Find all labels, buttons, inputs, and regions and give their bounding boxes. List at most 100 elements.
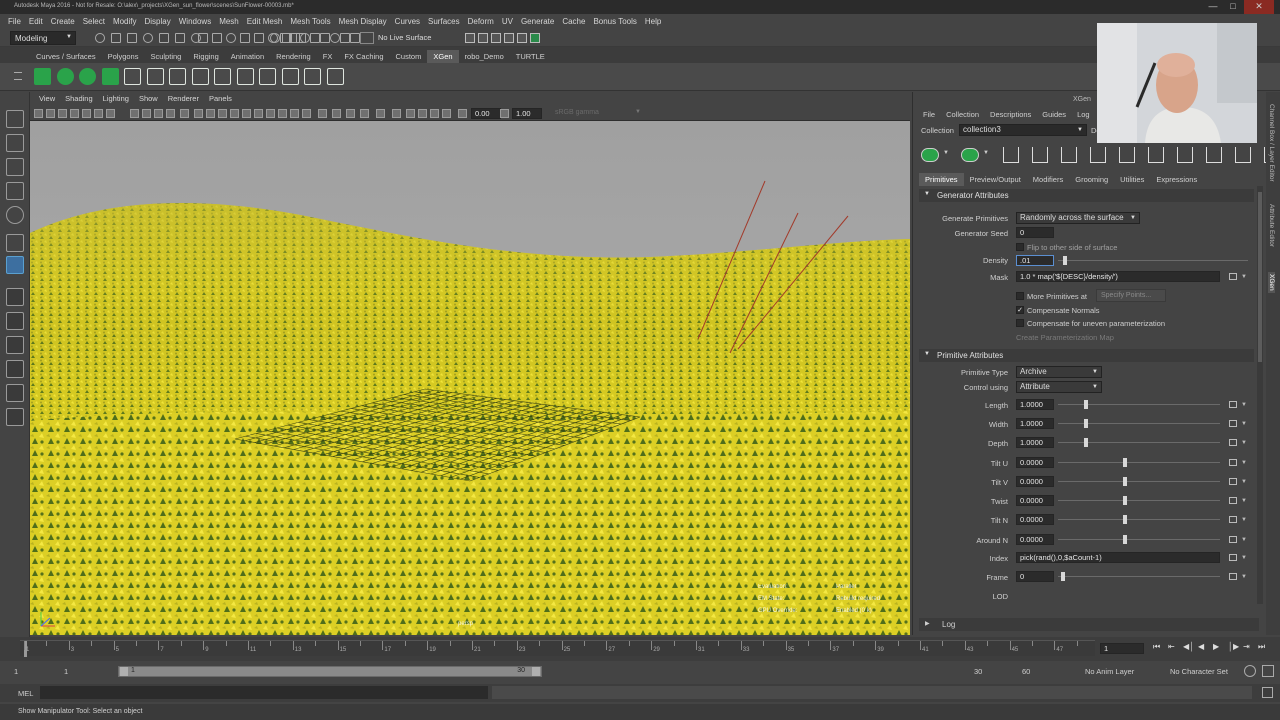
mode-dropdown[interactable]: Modeling ▼ — [10, 31, 76, 45]
rotate-tool-icon[interactable] — [6, 206, 24, 224]
render-icon[interactable] — [478, 33, 488, 43]
tilt-u-expression-menu[interactable]: ▼ — [1229, 458, 1249, 467]
status-tool-icon[interactable] — [310, 33, 320, 43]
xgen-shelf-tool-icon[interactable] — [101, 68, 119, 85]
layout-four-icon[interactable] — [6, 336, 24, 354]
tilt-n-expression-menu[interactable]: ▼ — [1229, 515, 1249, 524]
viewport-tool-icon[interactable] — [406, 109, 415, 118]
viewport-menu-renderer[interactable]: Renderer — [163, 93, 204, 106]
menu-deform[interactable]: Deform — [464, 17, 498, 26]
tilt-n-field[interactable]: 0.0000 — [1016, 514, 1054, 525]
around-n-expression-menu[interactable]: ▼ — [1229, 535, 1249, 544]
near-clip-field[interactable]: 0.00 — [471, 108, 501, 119]
xgen-scrollbar[interactable] — [1257, 186, 1263, 604]
menu-create[interactable]: Create — [47, 17, 79, 26]
around-n-field[interactable]: 0.0000 — [1016, 534, 1054, 545]
chevron-down-icon[interactable]: ▼ — [943, 150, 949, 156]
around-n-slider-track[interactable] — [1058, 539, 1220, 540]
guide-tool-icon[interactable] — [1235, 147, 1251, 163]
control-using-dropdown[interactable]: Attribute ▼ — [1016, 381, 1102, 393]
viewport-tool-icon[interactable] — [418, 109, 427, 118]
density-field[interactable]: .01 — [1016, 255, 1054, 266]
depth-slider-track[interactable] — [1058, 442, 1220, 443]
guide-tool-icon[interactable] — [1119, 147, 1135, 163]
manipulator-tool-icon[interactable] — [6, 256, 24, 274]
tilt-v-slider-handle[interactable] — [1123, 477, 1127, 486]
play-backward-icon[interactable]: ◀ — [1198, 642, 1204, 651]
generator-attributes-header[interactable]: Generator Attributes — [919, 189, 1254, 202]
shelf-tab-custom[interactable]: Custom — [390, 50, 428, 63]
length-slider-handle[interactable] — [1084, 400, 1088, 409]
viewport-tool-icon[interactable] — [376, 109, 385, 118]
viewport-tool-icon[interactable] — [442, 109, 451, 118]
viewport-tool-icon[interactable] — [500, 109, 509, 118]
status-tool-icon[interactable] — [95, 33, 105, 43]
menu-uv[interactable]: UV — [498, 17, 517, 26]
primitive-create-icon[interactable] — [921, 148, 939, 162]
width-expression-menu[interactable]: ▼ — [1229, 419, 1249, 428]
viewport-menu-lighting[interactable]: Lighting — [98, 93, 134, 106]
script-editor-icon[interactable] — [1262, 687, 1273, 698]
preferences-icon[interactable] — [1262, 665, 1274, 677]
guide-tool-icon[interactable] — [1032, 147, 1048, 163]
shelf-tab-xgen[interactable]: XGen — [427, 50, 459, 63]
render-icon[interactable] — [465, 33, 475, 43]
viewport-tool-icon[interactable] — [194, 109, 203, 118]
viewport-tool-icon[interactable] — [166, 109, 175, 118]
guide-tool-icon[interactable] — [1148, 147, 1164, 163]
density-slider-handle[interactable] — [1063, 256, 1067, 265]
menu-generate[interactable]: Generate — [517, 17, 558, 26]
shelf-tab-rendering[interactable]: Rendering — [270, 50, 317, 63]
status-tool-icon[interactable] — [350, 33, 360, 43]
xgen-shelf-tool-icon[interactable] — [124, 68, 141, 85]
viewport-tool-icon[interactable] — [142, 109, 151, 118]
xgen-tab-expressions[interactable]: Expressions — [1150, 173, 1203, 186]
xgen-menu-log[interactable]: Log — [1073, 110, 1097, 119]
xgen-shelf-tool-icon[interactable] — [304, 68, 321, 85]
playback-start-field[interactable]: 1 — [64, 667, 68, 676]
status-tool-icon[interactable] — [300, 33, 310, 43]
playback-end-field[interactable]: 30 — [974, 667, 982, 676]
shelf-tab-turtle[interactable]: TURTLE — [510, 50, 551, 63]
magnet-icon[interactable] — [360, 32, 374, 44]
viewport-tool-icon[interactable] — [346, 109, 355, 118]
xgen-shelf-tool-icon[interactable] — [169, 68, 186, 85]
status-tool-icon[interactable] — [270, 33, 280, 43]
depth-field[interactable]: 1.0000 — [1016, 437, 1054, 448]
status-tool-icon[interactable] — [240, 33, 250, 43]
scrollbar-thumb[interactable] — [1258, 192, 1262, 362]
status-tool-icon[interactable] — [111, 33, 121, 43]
index-expression-menu[interactable]: ▼ — [1229, 553, 1249, 562]
menu-edit[interactable]: Edit — [25, 17, 47, 26]
menu-surfaces[interactable]: Surfaces — [424, 17, 464, 26]
lasso-tool-icon[interactable] — [6, 134, 24, 152]
shelf-tab-rigging[interactable]: Rigging — [187, 50, 224, 63]
tilt-v-field[interactable]: 0.0000 — [1016, 476, 1054, 487]
tilt-u-slider-track[interactable] — [1058, 462, 1220, 463]
compensate-uneven-checkbox[interactable] — [1016, 319, 1024, 327]
guide-tool-icon[interactable] — [1206, 147, 1222, 163]
status-tool-icon[interactable] — [254, 33, 264, 43]
character-set-dropdown[interactable]: No Character Set — [1170, 667, 1228, 676]
viewport-tool-icon[interactable] — [94, 109, 103, 118]
tilt-v-expression-menu[interactable]: ▼ — [1229, 477, 1249, 486]
depth-expression-menu[interactable]: ▼ — [1229, 438, 1249, 447]
go-to-start-icon[interactable]: ⏮ — [1153, 642, 1160, 652]
maximize-button[interactable]: □ — [1224, 0, 1242, 14]
go-to-end-icon[interactable]: ⏭ — [1258, 642, 1265, 652]
step-back-key-icon[interactable]: ⇤ — [1168, 642, 1175, 651]
tilt-n-slider-handle[interactable] — [1123, 515, 1127, 524]
menu-edit-mesh[interactable]: Edit Mesh — [243, 17, 287, 26]
xgen-shelf-tool-icon[interactable] — [34, 68, 51, 85]
viewport-tool-icon[interactable] — [70, 109, 79, 118]
xgen-tab-preview-output[interactable]: Preview/Output — [964, 173, 1027, 186]
viewport-menu-shading[interactable]: Shading — [60, 93, 98, 106]
side-tab-attribute-editor[interactable]: Attribute Editor — [1268, 204, 1275, 247]
color-space-label[interactable]: sRGB gamma — [555, 109, 599, 116]
side-tab-xgen[interactable]: XGen — [1268, 272, 1275, 293]
guide-tool-icon[interactable] — [1177, 147, 1193, 163]
generate-primitives-dropdown[interactable]: Randomly across the surface ▼ — [1016, 212, 1140, 224]
xgen-shelf-tool-icon[interactable] — [259, 68, 276, 85]
viewport-tool-icon[interactable] — [46, 109, 55, 118]
primitive-type-dropdown[interactable]: Archive ▼ — [1016, 366, 1102, 378]
